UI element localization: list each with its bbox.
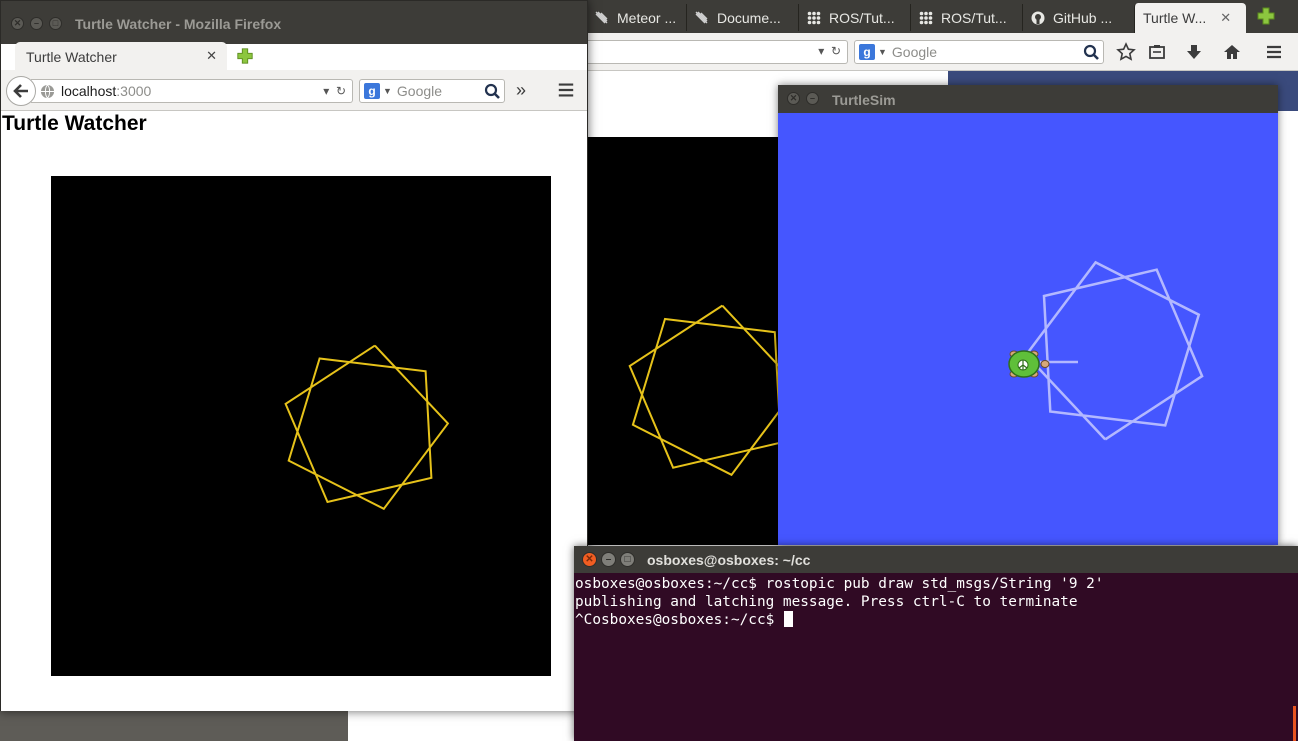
terminal-title: osboxes@osboxes: ~/cc [647, 552, 811, 568]
search-placeholder: Google [396, 83, 443, 99]
text-cursor [783, 611, 793, 627]
tab-github[interactable]: GitHub ... [1022, 4, 1134, 31]
bookmarks-menu-icon[interactable] [1147, 42, 1167, 62]
url-host: localhost [61, 83, 117, 99]
google-icon[interactable]: g [859, 44, 875, 60]
tab-documentation[interactable]: Docume... [686, 4, 798, 31]
url-controls-icon[interactable]: ▾ ↻ [323, 84, 346, 98]
minimize-window-icon[interactable]: – [30, 17, 43, 30]
tab-label: Docume... [717, 9, 781, 26]
background-star-canvas [586, 137, 786, 545]
terminal-prompt: ^Cosboxes@osboxes:~/cc$ [575, 612, 783, 628]
turtle-watcher-browser-window: ✕ – □ Turtle Watcher - Mozilla Firefox T… [0, 0, 588, 711]
background-nav-bar: ▾ ↻ g ▼ Google [586, 33, 1298, 71]
terminal-scroll-indicator[interactable] [1293, 706, 1296, 741]
url-bar[interactable]: localhost:3000 ▾ ↻ [31, 79, 353, 103]
tab-label: ROS/Tut... [829, 9, 895, 26]
github-icon [1031, 11, 1045, 24]
terminal-prompt-line: ^Cosboxes@osboxes:~/cc$ [575, 611, 1295, 629]
hamburger-menu-icon[interactable] [1264, 42, 1284, 62]
maximize-window-icon[interactable]: □ [49, 17, 62, 30]
star-polygon [1024, 260, 1204, 441]
globe-icon [40, 84, 55, 99]
close-window-icon[interactable]: ✕ [582, 552, 597, 567]
page-title: Turtle Watcher [2, 112, 147, 135]
page-content: Turtle Watcher [1, 111, 587, 711]
turtlesim-star-drawing [1024, 260, 1204, 441]
watcher-star-drawing [284, 344, 450, 511]
back-arrow-icon [13, 84, 28, 98]
tab-label: GitHub ... [1053, 9, 1113, 26]
window-title: Turtle Watcher - Mozilla Firefox [75, 16, 282, 32]
background-star-drawing [628, 304, 786, 477]
tab-label: Meteor ... [617, 9, 677, 26]
terminal-line: publishing and latching message. Press c… [575, 594, 1078, 610]
star-polygon [284, 344, 450, 511]
search-icon[interactable] [482, 82, 504, 100]
tab-label: Turtle Watcher [26, 49, 117, 65]
search-icon[interactable] [1081, 43, 1103, 61]
search-placeholder: Google [891, 44, 938, 60]
chevron-down-icon[interactable]: ▼ [878, 47, 887, 57]
window-titlebar: ✕ – □ Turtle Watcher - Mozilla Firefox [1, 1, 587, 44]
new-tab-icon[interactable] [236, 47, 254, 65]
downloads-icon[interactable] [1184, 42, 1204, 62]
tab-turtle-watcher[interactable]: Turtle Watcher ✕ [15, 42, 227, 72]
new-tab-icon[interactable] [1256, 6, 1276, 26]
bookmark-star-icon[interactable] [1116, 42, 1136, 62]
close-tab-icon[interactable]: ✕ [1220, 10, 1231, 26]
tab-ros-tutorial-2[interactable]: ROS/Tut... [910, 4, 1022, 31]
minimize-window-icon[interactable]: – [806, 92, 819, 105]
minimize-window-icon[interactable]: – [601, 552, 616, 567]
turtlesim-window: ✕ – TurtleSim [778, 85, 1278, 545]
close-window-icon[interactable]: ✕ [787, 92, 800, 105]
close-tab-icon[interactable]: ✕ [206, 48, 217, 64]
background-tab-bar: Meteor ... Docume... ROS/Tut... ROS/Tut.… [586, 0, 1298, 33]
back-button[interactable] [6, 76, 36, 106]
ros-icon [919, 11, 933, 24]
turtle-watcher-canvas [51, 176, 551, 676]
search-bar[interactable]: g ▼ Google [359, 79, 505, 103]
turtle-icon [1008, 350, 1050, 378]
star-polygon [628, 304, 786, 477]
meteor-icon [595, 11, 608, 23]
chevron-down-icon[interactable]: ▼ [383, 86, 392, 96]
background-search-bar[interactable]: g ▼ Google [854, 40, 1104, 64]
url-port: :3000 [116, 83, 152, 99]
google-icon[interactable]: g [364, 83, 380, 99]
tab-ros-tutorial-1[interactable]: ROS/Tut... [798, 4, 910, 31]
ros-icon [807, 11, 821, 24]
turtlesim-titlebar: ✕ – TurtleSim [778, 85, 1278, 113]
tab-label: ROS/Tut... [941, 9, 1007, 26]
close-window-icon[interactable]: ✕ [11, 17, 24, 30]
turtlesim-title: TurtleSim [832, 92, 896, 108]
turtlesim-canvas [778, 113, 1278, 545]
background-url-bar[interactable]: ▾ ↻ [586, 40, 848, 64]
tab-label: Turtle W... [1143, 10, 1207, 26]
maximize-window-icon[interactable]: □ [620, 552, 635, 567]
overflow-chevron-icon[interactable]: » [516, 80, 526, 101]
terminal-line: osboxes@osboxes:~/cc$ rostopic pub draw … [575, 576, 1104, 592]
terminal-window: ✕ – □ osboxes@osboxes: ~/cc osboxes@osbo… [574, 546, 1298, 741]
meteor-icon [695, 11, 708, 23]
tab-meteor[interactable]: Meteor ... [586, 4, 686, 31]
hamburger-menu-icon[interactable] [557, 81, 575, 99]
home-icon[interactable] [1222, 42, 1242, 62]
url-controls-icon[interactable]: ▾ ↻ [818, 44, 841, 58]
terminal-titlebar: ✕ – □ osboxes@osboxes: ~/cc [574, 546, 1298, 573]
terminal-output[interactable]: osboxes@osboxes:~/cc$ rostopic pub draw … [575, 575, 1295, 629]
navigation-bar: localhost:3000 ▾ ↻ g ▼ Google » [1, 70, 587, 111]
tab-turtle-watcher-active[interactable]: Turtle W... ✕ [1134, 3, 1246, 33]
